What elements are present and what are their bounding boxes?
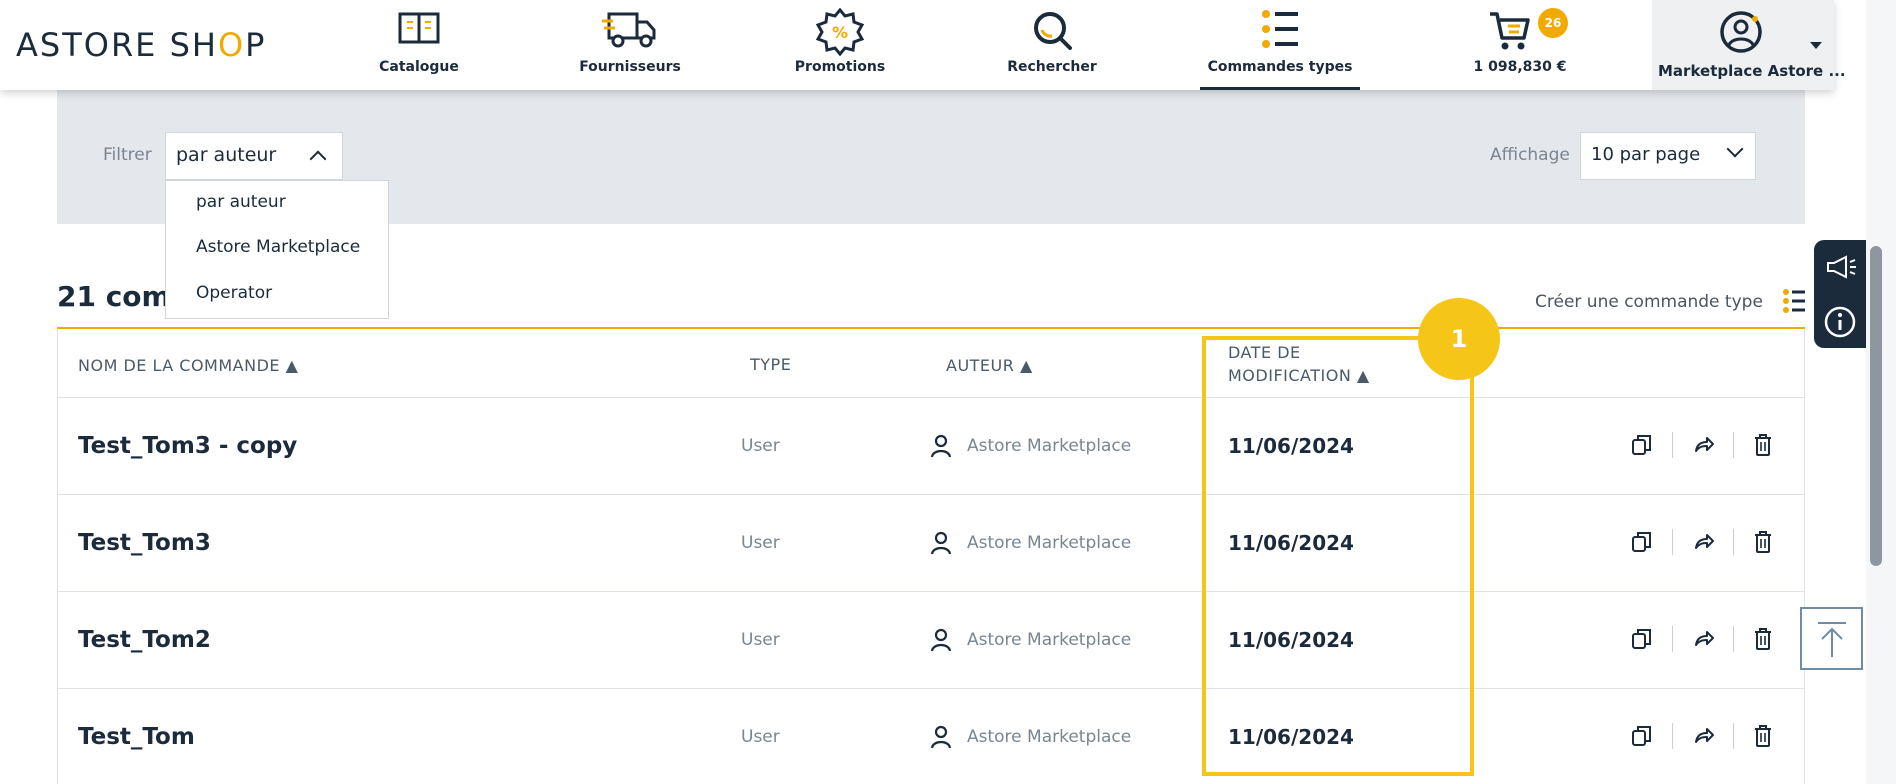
step-badge: 1 <box>1418 298 1500 380</box>
percent-badge-icon: % <box>815 7 865 60</box>
action-separator <box>1672 723 1673 749</box>
top-header: ASTORE SHOP Catalogue Fournisseurs % Pro… <box>0 0 1846 90</box>
share-icon[interactable] <box>1693 435 1715 459</box>
trash-icon[interactable] <box>1753 724 1773 752</box>
filter-label: Filtrer <box>103 145 152 165</box>
user-icon <box>930 531 952 559</box>
order-author: Astore Marketplace <box>967 630 1132 650</box>
trash-icon[interactable] <box>1753 530 1773 558</box>
user-icon <box>930 434 952 462</box>
chevron-up-icon <box>309 150 327 168</box>
chevron-down-icon[interactable] <box>1810 42 1822 49</box>
svg-text:%: % <box>832 23 848 42</box>
order-author: Astore Marketplace <box>967 727 1132 747</box>
account-label: Marketplace Astore ... <box>1658 62 1846 80</box>
user-icon <box>930 628 952 656</box>
filter-select-value: par auteur <box>176 144 277 166</box>
nav-label: Catalogue <box>379 59 459 75</box>
row-divider <box>57 591 1805 592</box>
account-menu[interactable]: Marketplace Astore ... <box>1652 0 1846 90</box>
filter-option[interactable]: Operator <box>196 283 272 303</box>
order-author: Astore Marketplace <box>967 436 1132 456</box>
list-icon[interactable] <box>1782 288 1806 318</box>
side-tools-panel <box>1814 240 1866 348</box>
nav-label: Fournisseurs <box>579 59 681 75</box>
share-icon[interactable] <box>1693 726 1715 750</box>
action-separator <box>1672 529 1673 555</box>
action-separator <box>1733 432 1734 458</box>
column-header-type: TYPE <box>750 355 792 374</box>
duplicate-icon[interactable] <box>1631 433 1653 461</box>
cart-icon <box>1488 8 1532 56</box>
list-icon <box>1260 8 1300 56</box>
order-name[interactable]: Test_Tom <box>78 724 195 750</box>
duplicate-icon[interactable] <box>1631 724 1653 752</box>
filter-option[interactable]: par auteur <box>196 192 286 212</box>
cart-amount: 1 098,830 € <box>1473 59 1567 75</box>
duplicate-icon[interactable] <box>1631 530 1653 558</box>
page-size-value: 10 par page <box>1591 144 1701 165</box>
nav-cart[interactable]: 26 1 098,830 € <box>1470 0 1570 90</box>
megaphone-icon[interactable] <box>1825 254 1857 284</box>
info-icon[interactable] <box>1824 306 1856 342</box>
filter-select[interactable]: par auteur <box>165 132 343 180</box>
share-icon[interactable] <box>1693 532 1715 556</box>
logo-text-suffix: P <box>245 26 267 64</box>
order-name[interactable]: Test_Tom3 - copy <box>78 433 297 459</box>
row-divider <box>57 494 1805 495</box>
order-type: User <box>741 533 780 553</box>
action-separator <box>1733 529 1734 555</box>
order-author: Astore Marketplace <box>967 533 1132 553</box>
back-to-top-button[interactable] <box>1800 607 1863 670</box>
action-separator <box>1733 626 1734 652</box>
logo-text-prefix: ASTORE SH <box>16 26 218 64</box>
filter-dropdown: par auteur Astore Marketplace Operator <box>165 180 389 319</box>
page-root: ASTORE SHOP Catalogue Fournisseurs % Pro… <box>0 0 1896 784</box>
filter-option[interactable]: Astore Marketplace <box>196 237 360 257</box>
order-type: User <box>741 436 780 456</box>
logo[interactable]: ASTORE SHOP <box>16 26 266 64</box>
user-circle-icon <box>1719 10 1763 58</box>
truck-icon <box>601 8 659 54</box>
nav-rechercher[interactable]: Rechercher <box>1004 0 1100 90</box>
chevron-down-icon <box>1726 140 1744 158</box>
trash-icon[interactable] <box>1753 433 1773 461</box>
book-icon <box>397 8 441 52</box>
cart-count-badge: 26 <box>1538 8 1568 38</box>
search-icon <box>1030 8 1074 56</box>
nav-label: Commandes types <box>1207 59 1353 75</box>
header-divider <box>57 397 1805 398</box>
column-header-name[interactable]: NOM DE LA COMMANDE ▲ <box>78 356 298 375</box>
nav-commandes-types[interactable]: Commandes types <box>1200 0 1360 90</box>
nav-catalogue[interactable]: Catalogue <box>374 0 464 90</box>
column-header-author[interactable]: AUTEUR ▲ <box>946 356 1033 375</box>
order-type: User <box>741 727 780 747</box>
nav-label: Rechercher <box>1007 59 1097 75</box>
arrow-up-icon <box>1816 621 1848 663</box>
duplicate-icon[interactable] <box>1631 627 1653 655</box>
action-separator <box>1733 723 1734 749</box>
action-separator <box>1672 432 1673 458</box>
user-icon <box>930 725 952 753</box>
order-type: User <box>741 630 780 650</box>
nav-promotions[interactable]: % Promotions <box>790 0 890 90</box>
share-icon[interactable] <box>1693 629 1715 653</box>
nav-fournisseurs[interactable]: Fournisseurs <box>578 0 682 90</box>
nav-label: Promotions <box>794 59 886 75</box>
page-size-select[interactable]: 10 par page <box>1580 132 1756 180</box>
row-divider <box>57 688 1805 689</box>
order-name[interactable]: Test_Tom2 <box>78 627 211 653</box>
action-separator <box>1672 626 1673 652</box>
create-order-type-link[interactable]: Créer une commande type <box>1535 292 1763 312</box>
highlight-frame <box>1202 336 1474 776</box>
section-divider <box>57 327 1805 329</box>
trash-icon[interactable] <box>1753 627 1773 655</box>
display-label: Affichage <box>1490 145 1570 165</box>
order-name[interactable]: Test_Tom3 <box>78 530 211 556</box>
logo-bag-o: O <box>217 26 246 64</box>
scrollbar-thumb[interactable] <box>1870 246 1882 566</box>
